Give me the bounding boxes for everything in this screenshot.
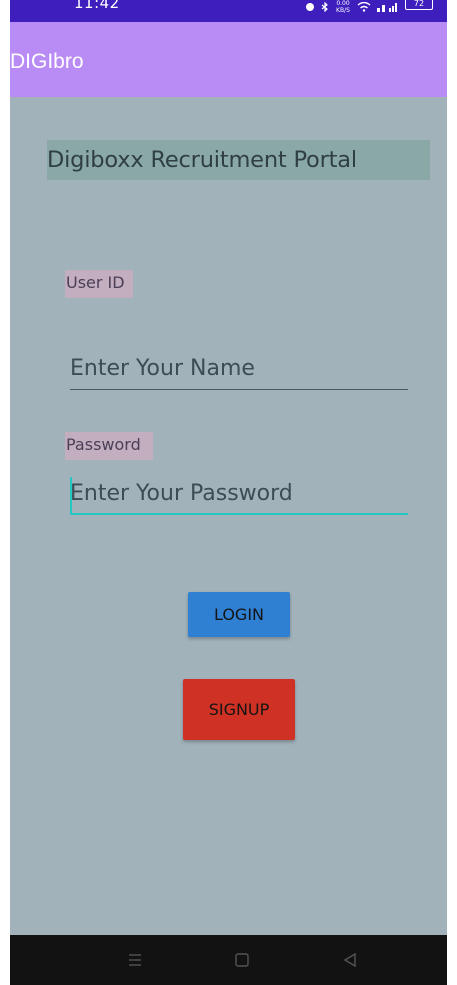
home-icon[interactable] bbox=[232, 950, 252, 970]
password-input[interactable]: Enter Your Password bbox=[70, 475, 408, 515]
status-bar: 11:42 0.00 KB/S 72 bbox=[10, 0, 447, 22]
phone-screen: 11:42 0.00 KB/S 72 DIGIbro Digiboxx Recr… bbox=[10, 0, 447, 985]
app-title: DIGIbro bbox=[10, 50, 84, 73]
back-icon[interactable] bbox=[340, 950, 360, 970]
password-label: Password bbox=[65, 432, 153, 460]
status-icons: 0.00 KB/S 72 bbox=[305, 0, 433, 14]
alarm-icon bbox=[306, 3, 314, 11]
navigation-bar bbox=[10, 935, 447, 985]
battery-icon: 72 bbox=[405, 0, 433, 10]
name-input[interactable]: Enter Your Name bbox=[70, 350, 408, 390]
status-time: 11:42 bbox=[74, 0, 120, 12]
password-input-placeholder: Enter Your Password bbox=[70, 481, 293, 506]
page-title: Digiboxx Recruitment Portal bbox=[47, 140, 430, 180]
user-id-label: User ID bbox=[65, 270, 133, 298]
wifi-icon bbox=[357, 2, 371, 12]
menu-icon[interactable] bbox=[125, 950, 145, 970]
signup-button[interactable]: SIGNUP bbox=[183, 679, 295, 740]
app-bar: DIGIbro bbox=[10, 22, 447, 97]
login-button[interactable]: LOGIN bbox=[188, 592, 290, 637]
signal-icon bbox=[377, 3, 397, 12]
name-input-placeholder: Enter Your Name bbox=[70, 356, 255, 381]
network-speed: 0.00 KB/S bbox=[336, 0, 350, 14]
bluetooth-icon bbox=[321, 2, 328, 12]
